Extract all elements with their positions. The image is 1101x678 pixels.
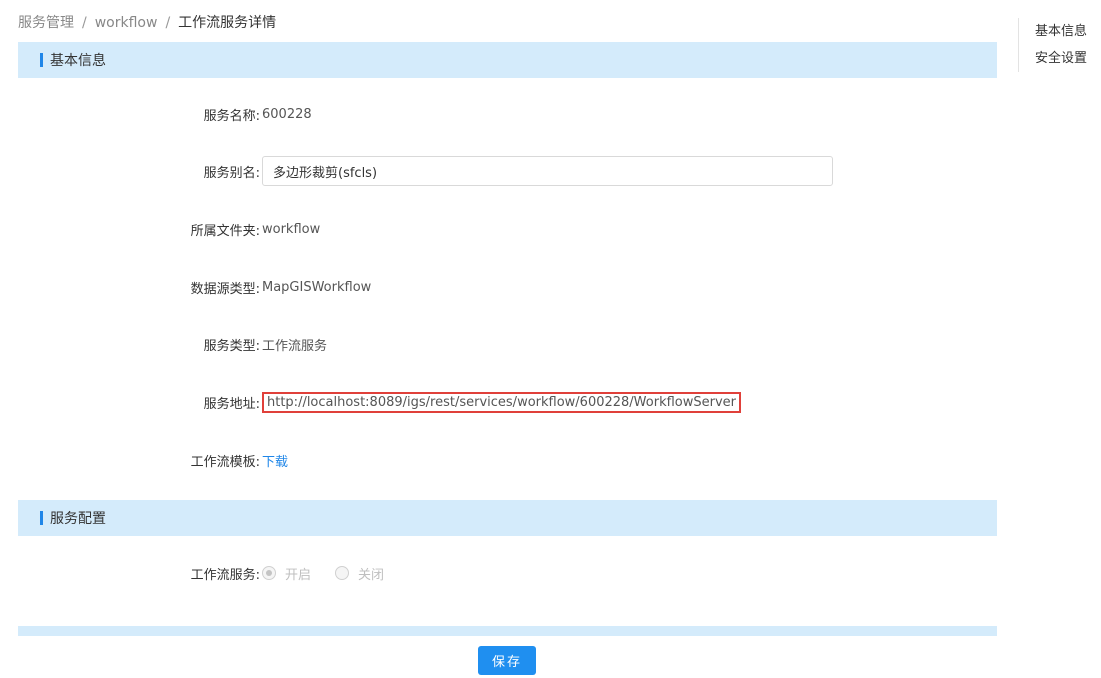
section-header-basic-info: 基本信息 xyxy=(18,42,997,78)
field-label: 服务别名: xyxy=(203,165,260,181)
field-folder: 所属文件夹: workflow xyxy=(0,214,1000,244)
breadcrumb-service-management[interactable]: 服务管理 xyxy=(18,15,74,31)
breadcrumb-current-page: 工作流服务详情 xyxy=(178,15,277,31)
field-service-type: 服务类型: 工作流服务 xyxy=(0,329,1000,359)
save-button[interactable]: 保存 xyxy=(478,646,536,675)
anchor-basic-info[interactable]: 基本信息 xyxy=(1035,18,1087,45)
field-label: 服务地址: xyxy=(203,396,260,412)
field-label: 服务类型: xyxy=(203,338,260,354)
service-type-value: 工作流服务 xyxy=(262,338,328,354)
field-datasource-type: 数据源类型: MapGISWorkflow xyxy=(0,272,1000,302)
service-name-value: 600228 xyxy=(262,106,312,122)
field-workflow-service: 工作流服务: 开启 关闭 xyxy=(0,558,1000,588)
section-header-partial xyxy=(18,626,997,636)
radio-label: 开启 xyxy=(285,567,312,583)
breadcrumb: 服务管理 / workflow / 工作流服务详情 xyxy=(18,12,276,32)
radio-label: 关闭 xyxy=(358,567,385,583)
section-accent-bar xyxy=(40,53,43,67)
radio-unchecked-icon xyxy=(335,566,350,580)
field-label: 所属文件夹: xyxy=(190,223,260,239)
breadcrumb-separator: / xyxy=(82,15,87,31)
service-alias-input[interactable] xyxy=(262,156,833,186)
field-label: 服务名称: xyxy=(203,108,260,124)
folder-value: workflow xyxy=(262,221,321,237)
workflow-service-radio-group: 开启 关闭 xyxy=(262,564,408,583)
radio-enable[interactable]: 开启 xyxy=(262,564,311,583)
section-accent-bar xyxy=(40,511,43,525)
field-service-name: 服务名称: 600228 xyxy=(0,99,1000,129)
datasource-type-value: MapGISWorkflow xyxy=(262,279,372,295)
service-url-link[interactable]: http://localhost:8089/igs/rest/services/… xyxy=(262,391,742,413)
template-download-link[interactable]: 下载 xyxy=(262,451,288,470)
breadcrumb-workflow[interactable]: workflow xyxy=(95,15,158,31)
anchor-nav: 基本信息 安全设置 xyxy=(1018,18,1087,72)
field-label: 数据源类型: xyxy=(190,281,260,297)
field-label: 工作流模板: xyxy=(190,454,260,470)
section-title-service-config: 服务配置 xyxy=(50,511,106,527)
field-label: 工作流服务: xyxy=(190,567,260,583)
field-service-alias: 服务别名: xyxy=(0,156,1000,186)
section-header-service-config: 服务配置 xyxy=(18,500,997,536)
radio-disable[interactable]: 关闭 xyxy=(335,564,384,583)
field-service-url: 服务地址: http://localhost:8089/igs/rest/ser… xyxy=(0,387,1000,417)
section-title-basic-info: 基本信息 xyxy=(50,53,106,69)
field-workflow-template: 工作流模板: 下载 xyxy=(0,445,1000,475)
breadcrumb-separator: / xyxy=(165,15,171,31)
radio-checked-icon xyxy=(262,566,276,580)
anchor-security-settings[interactable]: 安全设置 xyxy=(1035,45,1087,72)
